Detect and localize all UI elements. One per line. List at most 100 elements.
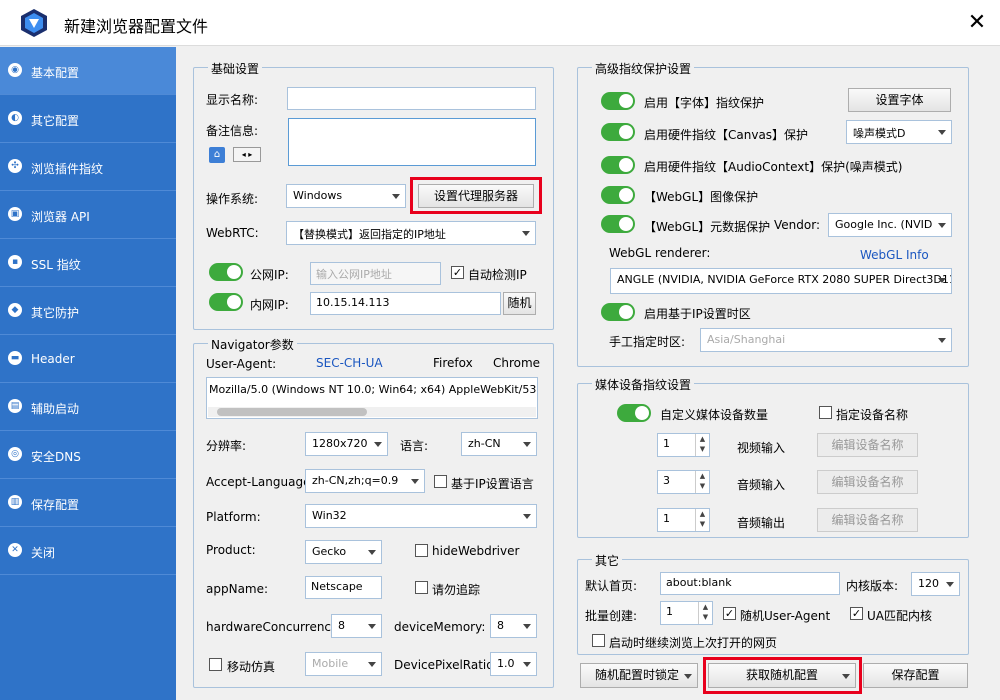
platform-label: Platform: [206, 510, 261, 524]
ua-match-kernel-checkbox[interactable]: ✓ [850, 607, 863, 620]
webgl-info-link[interactable]: WebGL Info [860, 248, 929, 262]
chevron-down-icon [938, 338, 946, 343]
sidebar-item-5[interactable]: ◆ 其它防护 [0, 287, 176, 335]
spinner-arrows-icon[interactable]: ▲ ▼ [695, 509, 709, 531]
home-icon[interactable]: ⌂ [209, 147, 225, 163]
canvas-protection-toggle[interactable] [601, 123, 635, 141]
vendor-select[interactable]: Google Inc. (NVID [828, 213, 952, 237]
random-ua-checkbox[interactable]: ✓ [723, 607, 736, 620]
video-input-value: 1 [663, 437, 670, 450]
public-ip-toggle[interactable] [209, 263, 243, 281]
edit-video-device-name-button[interactable]: 编辑设备名称 [817, 433, 918, 457]
product-value: Gecko [312, 545, 347, 558]
compass-icon: ◉ [8, 63, 22, 77]
audio-input-spinner[interactable]: 3 ▲ ▼ [657, 470, 710, 494]
ip-timezone-toggle[interactable] [601, 303, 635, 321]
scroll-arrows-icon[interactable]: ◂ ▸ [233, 147, 261, 162]
fingerprint-title: 高级指纹保护设置 [592, 60, 695, 77]
webgl-renderer-select[interactable]: ANGLE (NVIDIA, NVIDIA GeForce RTX 2080 S… [610, 268, 952, 294]
audio-output-spinner[interactable]: 1 ▲ ▼ [657, 508, 710, 532]
spinner-arrows-icon[interactable]: ▲ ▼ [695, 434, 709, 456]
sidebar-item-4[interactable]: ▪ SSL 指纹 [0, 239, 176, 287]
spinner-arrows-icon[interactable]: ▲ ▼ [698, 602, 712, 624]
vendor-label: Vendor: [774, 218, 820, 232]
webgl-metadata-toggle[interactable] [601, 215, 635, 233]
firefox-link[interactable]: Firefox [433, 356, 473, 370]
sidebar-item-label: 关闭 [31, 546, 56, 560]
mobile-select[interactable]: Mobile [305, 652, 382, 676]
webgl-image-toggle[interactable] [601, 186, 635, 204]
auto-detect-label: 自动检测IP [468, 268, 527, 282]
timezone-value: Asia/Shanghai [707, 333, 786, 346]
kernel-version-select[interactable]: 120 [911, 572, 960, 596]
specify-device-name-checkbox[interactable] [819, 406, 832, 419]
audio-protection-toggle[interactable] [601, 156, 635, 174]
set-font-button[interactable]: 设置字体 [848, 88, 951, 112]
sidebar-item-8[interactable]: ◎ 安全DNS [0, 431, 176, 479]
do-not-track-checkbox[interactable] [415, 581, 428, 594]
spinner-arrows-icon[interactable]: ▲ ▼ [695, 471, 709, 493]
hide-webdriver-label: hideWebdriver [432, 544, 520, 558]
chevron-down-icon [392, 194, 400, 199]
scrollbar-thumb[interactable] [217, 408, 367, 416]
os-select[interactable]: Windows [286, 184, 406, 208]
custom-media-count-toggle[interactable] [617, 404, 651, 422]
audio-output-label: 音频输出 [737, 516, 786, 530]
sidebar-item-2[interactable]: ✣ 浏览插件指纹 [0, 143, 176, 191]
webrtc-value: 【替换模式】返回指定的IP地址 [293, 228, 446, 241]
random-ip-button[interactable]: 随机 [503, 292, 536, 315]
timezone-select[interactable]: Asia/Shanghai [700, 328, 952, 352]
sidebar-item-3[interactable]: ▣ 浏览器 API [0, 191, 176, 239]
hardware-concurrency-select[interactable]: 8 [331, 614, 382, 638]
close-window-button[interactable]: ✕ [962, 8, 992, 38]
continue-browsing-checkbox[interactable] [592, 634, 605, 647]
edit-audio-output-name-button[interactable]: 编辑设备名称 [817, 508, 918, 532]
product-select[interactable]: Gecko [305, 540, 382, 564]
user-agent-value: Mozilla/5.0 (Windows NT 10.0; Win64; x64… [209, 383, 537, 396]
sidebar-item-10[interactable]: ✕ 关闭 [0, 527, 176, 575]
save-config-button[interactable]: 保存配置 [863, 663, 968, 688]
webrtc-select[interactable]: 【替换模式】返回指定的IP地址 [286, 221, 536, 245]
device-memory-select[interactable]: 8 [490, 614, 537, 638]
audio-input-label: 音频输入 [737, 478, 786, 492]
sidebar-item-1[interactable]: ◐ 其它配置 [0, 95, 176, 143]
language-select[interactable]: zh-CN [461, 432, 537, 456]
title-bar: 新建浏览器配置文件 ✕ [0, 0, 1000, 46]
sidebar-item-label: 浏览器 API [31, 210, 90, 224]
appname-input[interactable]: Netscape [305, 576, 382, 599]
sidebar-item-0[interactable]: ◉ 基本配置 [0, 47, 176, 95]
hide-webdriver-checkbox[interactable] [415, 544, 428, 557]
display-name-input[interactable] [287, 87, 536, 110]
platform-select[interactable]: Win32 [305, 504, 537, 528]
video-input-spinner[interactable]: 1 ▲ ▼ [657, 433, 710, 457]
homepage-input[interactable]: about:blank [660, 572, 840, 595]
chevron-down-icon [411, 479, 419, 484]
dns-globe-icon: ◎ [8, 447, 22, 461]
auto-detect-checkbox[interactable]: ✓ [451, 266, 464, 279]
device-pixel-ratio-select[interactable]: 1.0 [490, 652, 537, 676]
sidebar-item-6[interactable]: ▬ Header [0, 335, 176, 383]
edit-audio-input-name-button[interactable]: 编辑设备名称 [817, 470, 918, 494]
resolution-label: 分辨率: [206, 439, 247, 453]
mobile-emulation-checkbox[interactable] [209, 658, 222, 671]
ip-language-checkbox[interactable] [434, 475, 447, 488]
chevron-down-icon [368, 550, 376, 555]
sidebar-item-label: 浏览插件指纹 [31, 162, 104, 176]
font-protection-toggle[interactable] [601, 92, 635, 110]
public-ip-input[interactable]: 输入公网IP地址 [310, 262, 441, 285]
chrome-link[interactable]: Chrome [493, 356, 540, 370]
batch-create-spinner[interactable]: 1 ▲ ▼ [660, 601, 713, 625]
lock-on-random-button[interactable]: 随机配置时锁定 [580, 663, 698, 688]
accept-language-select[interactable]: zh-CN,zh;q=0.9 [305, 469, 425, 493]
sec-ch-ua-link[interactable]: SEC-CH-UA [316, 356, 383, 370]
hardware-concurrency-label: hardwareConcurrency: [206, 620, 342, 634]
sidebar-item-9[interactable]: ▥ 保存配置 [0, 479, 176, 527]
resolution-select[interactable]: 1280x720 [305, 432, 388, 456]
remark-textarea[interactable] [288, 118, 536, 166]
private-ip-toggle[interactable] [209, 293, 243, 311]
sidebar-item-7[interactable]: ▤ 辅助启动 [0, 383, 176, 431]
private-ip-input[interactable]: 10.15.14.113 [310, 292, 501, 315]
webgl-renderer-value: ANGLE (NVIDIA, NVIDIA GeForce RTX 2080 S… [617, 273, 952, 286]
canvas-mode-select[interactable]: 噪声模式D [846, 120, 952, 144]
sidebar-item-label: 基本配置 [31, 66, 80, 80]
